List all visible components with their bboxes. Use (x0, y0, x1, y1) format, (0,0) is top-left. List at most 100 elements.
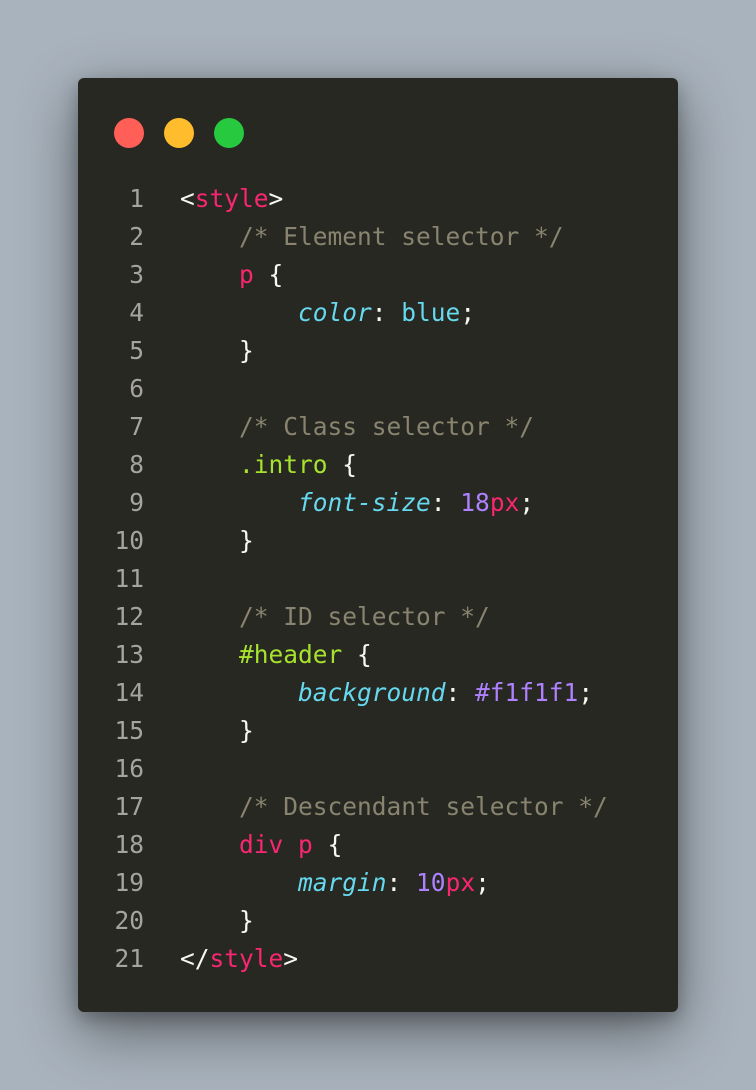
code-token: /* Descendant selector */ (239, 792, 608, 821)
code-line: 13 #header { (78, 636, 678, 674)
code-token: } (180, 716, 254, 745)
line-number: 14 (114, 678, 144, 707)
line-number: 16 (114, 754, 144, 783)
code-token: > (268, 184, 284, 213)
code-token: : (386, 868, 417, 897)
code-line: 10 } (78, 522, 678, 560)
code-token: ; (475, 868, 490, 897)
code-editor-window: 1 <style> 2 /* Element selector */3 p {4 c… (78, 78, 678, 1012)
code-line: 20 } (78, 902, 678, 940)
code-line: 8 .intro { (78, 446, 678, 484)
code-line: 2 /* Element selector */ (78, 218, 678, 256)
line-number: 12 (114, 602, 144, 631)
code-line: 7 /* Class selector */ (78, 408, 678, 446)
line-code: div p { (180, 826, 342, 864)
line-code: } (180, 712, 254, 750)
line-number: 18 (114, 830, 144, 859)
code-line: 12 /* ID selector */ (78, 598, 678, 636)
code-token: div (239, 830, 284, 859)
line-number: 3 (129, 260, 144, 289)
line-number: 17 (114, 792, 144, 821)
line-number: 6 (129, 374, 144, 403)
code-line: 19 margin: 10px; (78, 864, 678, 902)
code-token: /* Class selector */ (239, 412, 535, 441)
code-token: /* ID selector */ (239, 602, 490, 631)
code-token: > (283, 944, 299, 973)
code-line: 9 font-size: 18px; (78, 484, 678, 522)
line-code: /* Descendant selector */ (180, 788, 608, 826)
code-line: 6 (78, 370, 678, 408)
code-token: p (239, 260, 254, 289)
minimize-window-button[interactable] (164, 118, 194, 148)
code-line: 18 div p { (78, 826, 678, 864)
line-code: color: blue; (180, 294, 475, 332)
line-number: 21 (114, 944, 144, 973)
line-number: 20 (114, 906, 144, 935)
code-token: margin (298, 868, 387, 897)
line-number: 9 (129, 488, 144, 517)
line-number: 8 (129, 450, 144, 479)
code-token: px (489, 488, 520, 517)
code-line: 15 } (78, 712, 678, 750)
line-number: 19 (114, 868, 144, 897)
code-token: .intro (239, 450, 328, 479)
line-number: 11 (114, 564, 144, 593)
code-token: style (209, 944, 284, 973)
line-number: 5 (129, 336, 144, 365)
code-token: 18 (460, 488, 490, 517)
line-number: 1 (129, 184, 144, 213)
code-token: px (445, 868, 476, 897)
code-token: { (312, 830, 343, 859)
code-token: { (327, 450, 358, 479)
code-token: < (180, 184, 195, 213)
line-number: 13 (114, 640, 144, 669)
code-token: : (430, 488, 461, 517)
code-token: color (298, 298, 372, 327)
maximize-window-button[interactable] (214, 118, 244, 148)
line-code: p { (180, 256, 283, 294)
code-token: #header (239, 640, 343, 669)
code-line: 4 color: blue; (78, 294, 678, 332)
line-number: 7 (129, 412, 144, 441)
line-code: <style> (180, 180, 283, 218)
code-token: : (371, 298, 402, 327)
code-token: </ (180, 944, 210, 973)
code-token: { (253, 260, 284, 289)
code-token: ; (460, 298, 476, 327)
code-token: : (445, 678, 476, 707)
code-token: } (180, 336, 254, 365)
code-line: 1 <style> (78, 180, 678, 218)
code-line: 16 (78, 750, 678, 788)
line-number: 15 (114, 716, 144, 745)
line-code: /* Class selector */ (180, 408, 534, 446)
code-token: background (298, 678, 446, 707)
code-token: style (194, 184, 269, 213)
line-code: .intro { (180, 446, 357, 484)
line-code: font-size: 18px; (180, 484, 534, 522)
code-token: #f1f1f1 (475, 678, 579, 707)
code-area[interactable]: 1 <style> 2 /* Element selector */3 p {4 c… (78, 180, 678, 978)
line-code: } (180, 332, 254, 370)
code-line: 17 /* Descendant selector */ (78, 788, 678, 826)
code-token: 10 (416, 868, 446, 897)
line-code: background: #f1f1f1; (180, 674, 593, 712)
line-number: 4 (129, 298, 144, 327)
line-code: /* Element selector */ (180, 218, 564, 256)
code-token: /* Element selector */ (239, 222, 564, 251)
line-code: #header { (180, 636, 372, 674)
code-line: 11 (78, 560, 678, 598)
close-window-button[interactable] (114, 118, 144, 148)
code-line: 14 background: #f1f1f1; (78, 674, 678, 712)
code-token: blue (401, 298, 461, 327)
